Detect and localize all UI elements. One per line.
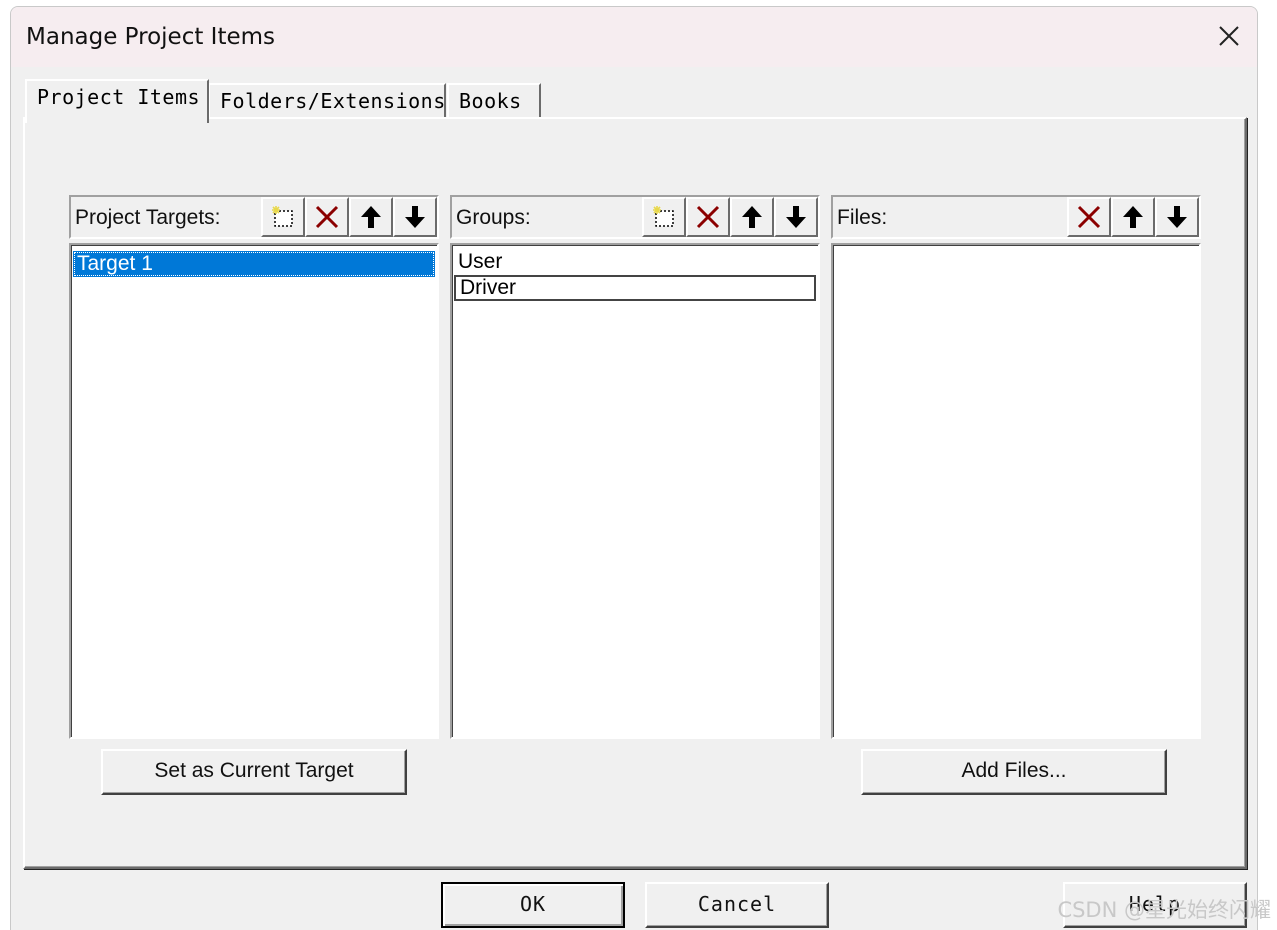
move-up-icon bbox=[1123, 206, 1143, 228]
tab-folders-extensions[interactable]: Folders/Extensions bbox=[208, 83, 446, 121]
delete-icon bbox=[1077, 205, 1101, 229]
title-bar: Manage Project Items bbox=[11, 7, 1257, 67]
groups-label: Groups: bbox=[456, 206, 531, 229]
files-listbox[interactable] bbox=[831, 243, 1201, 739]
close-icon bbox=[1219, 26, 1239, 46]
delete-group-button[interactable] bbox=[686, 197, 730, 237]
new-item-icon bbox=[272, 206, 293, 227]
move-target-down-button[interactable] bbox=[393, 197, 437, 237]
tab-books[interactable]: Books bbox=[447, 83, 541, 121]
files-label: Files: bbox=[837, 206, 888, 229]
tab-project-items[interactable]: Project Items bbox=[25, 79, 209, 123]
new-target-button[interactable] bbox=[261, 197, 305, 237]
targets-listbox[interactable]: Target 1 bbox=[69, 243, 439, 739]
files-toolbar bbox=[1067, 197, 1199, 237]
delete-file-button[interactable] bbox=[1067, 197, 1111, 237]
window-title: Manage Project Items bbox=[26, 24, 276, 50]
targets-label: Project Targets: bbox=[75, 206, 221, 229]
move-group-up-button[interactable] bbox=[730, 197, 774, 237]
move-up-icon bbox=[361, 206, 381, 228]
list-item-target-1[interactable]: Target 1 bbox=[73, 251, 435, 277]
list-item-group-driver[interactable]: Driver bbox=[454, 275, 816, 301]
groups-panel-header: Groups: bbox=[450, 195, 820, 239]
groups-toolbar bbox=[642, 197, 818, 237]
move-target-up-button[interactable] bbox=[349, 197, 393, 237]
tab-label: Books bbox=[459, 89, 522, 113]
move-file-up-button[interactable] bbox=[1111, 197, 1155, 237]
tab-page-project-items: Project Targets: Target 1 Groups: User D… bbox=[23, 117, 1247, 869]
manage-project-items-dialog: Manage Project Items Project Items Folde… bbox=[10, 6, 1258, 930]
watermark: CSDN @星光始终闪耀 bbox=[1057, 898, 1271, 922]
close-button[interactable] bbox=[1201, 7, 1257, 65]
add-files-button[interactable]: Add Files... bbox=[861, 749, 1167, 795]
ok-button[interactable]: OK bbox=[441, 882, 625, 928]
move-file-down-button[interactable] bbox=[1155, 197, 1199, 237]
move-down-icon bbox=[405, 206, 425, 228]
list-item-group-user[interactable]: User bbox=[454, 249, 816, 275]
targets-toolbar bbox=[261, 197, 437, 237]
delete-icon bbox=[696, 205, 720, 229]
delete-icon bbox=[315, 205, 339, 229]
set-as-current-target-button[interactable]: Set as Current Target bbox=[101, 749, 407, 795]
targets-panel-header: Project Targets: bbox=[69, 195, 439, 239]
tab-label: Project Items bbox=[37, 85, 201, 109]
files-panel-header: Files: bbox=[831, 195, 1201, 239]
move-down-icon bbox=[786, 206, 806, 228]
move-down-icon bbox=[1167, 206, 1187, 228]
cancel-button[interactable]: Cancel bbox=[645, 882, 829, 928]
move-group-down-button[interactable] bbox=[774, 197, 818, 237]
move-up-icon bbox=[742, 206, 762, 228]
delete-target-button[interactable] bbox=[305, 197, 349, 237]
tab-label: Folders/Extensions bbox=[220, 89, 446, 113]
groups-listbox[interactable]: User Driver bbox=[450, 243, 820, 739]
new-item-icon bbox=[653, 206, 674, 227]
new-group-button[interactable] bbox=[642, 197, 686, 237]
